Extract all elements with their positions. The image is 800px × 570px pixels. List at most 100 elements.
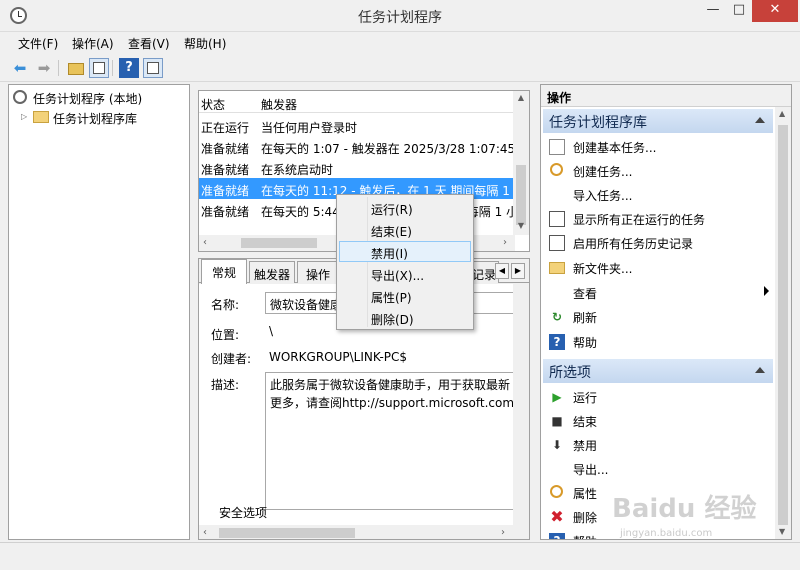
action-run[interactable]: ▶ 运行 (545, 385, 773, 407)
action-disable[interactable]: ⬇ 禁用 (545, 433, 773, 455)
row-status: 准备就绪 (201, 184, 250, 198)
submenu-arrow-icon (764, 286, 769, 296)
table-row[interactable]: 正在运行 当任何用户登录时 (199, 115, 515, 136)
action-display-running-tasks[interactable]: 显示所有正在运行的任务 (545, 207, 773, 229)
column-header-trigger[interactable]: 触发器 (261, 96, 297, 113)
column-header-status[interactable]: 状态 (201, 96, 225, 113)
actions-pane: 操作 任务计划程序库 创建基本任务... 创建任务... 导入任务... 显示所… (540, 84, 792, 540)
table-row[interactable]: 准备就绪 在每天的 1:07 - 触发器在 2025/3/28 1:07:45 … (199, 136, 515, 157)
tab-actions[interactable]: 操作 (297, 261, 339, 283)
minimize-button[interactable]: — (700, 0, 726, 22)
scroll-left-icon[interactable]: ‹ (203, 237, 207, 248)
console-tree: 任务计划程序 (本地) ▷ 任务计划程序库 (8, 84, 190, 540)
actions-section-library[interactable]: 任务计划程序库 (543, 109, 773, 133)
action-end[interactable]: ■ 结束 (545, 409, 773, 431)
show-hide-console-tree-icon[interactable] (89, 58, 109, 78)
action-create-task[interactable]: 创建任务... (545, 159, 773, 181)
tab-scroll-left-icon[interactable]: ◀ (495, 263, 509, 279)
action-label: 查看 (573, 287, 598, 301)
menu-action[interactable]: 操作(A) (72, 35, 114, 52)
context-menu-disable[interactable]: 禁用(I) (339, 241, 471, 262)
row-status: 准备就绪 (201, 163, 250, 177)
help-icon[interactable]: ? (119, 58, 139, 78)
context-menu-export[interactable]: 导出(X)... (339, 263, 471, 284)
description-line: 更多，请查阅http://support.microsoft.com (270, 396, 513, 410)
action-new-folder[interactable]: 新文件夹... (545, 256, 773, 278)
scroll-thumb[interactable] (241, 238, 317, 248)
scroll-left-icon[interactable]: ‹ (203, 527, 207, 538)
baidu-jingyan-watermark: Baidu 经验 (612, 494, 757, 524)
action-label: 帮助 (573, 336, 598, 350)
window-title: 任务计划程序 (358, 10, 442, 26)
collapse-caret-icon[interactable] (755, 117, 765, 123)
context-menu-properties[interactable]: 属性(P) (339, 285, 471, 306)
clock-icon (13, 90, 27, 104)
actions-section-library-label: 任务计划程序库 (549, 115, 647, 131)
forward-arrow-icon[interactable]: ➡ (34, 58, 54, 78)
tab-general[interactable]: 常规 (201, 259, 247, 284)
tab-scroll-right-icon[interactable]: ▶ (511, 263, 525, 279)
tab-triggers[interactable]: 触发器 (249, 261, 295, 283)
create-task-icon (550, 163, 563, 176)
scroll-down-icon[interactable]: ▼ (779, 527, 785, 536)
action-label: 删除 (573, 511, 598, 525)
scroll-up-icon[interactable]: ▲ (513, 93, 529, 102)
history-icon (549, 235, 565, 251)
action-label: 启用所有任务历史记录 (573, 237, 694, 251)
detail-horizontal-scrollbar[interactable]: ‹ › (199, 525, 513, 539)
stop-icon: ■ (551, 414, 563, 428)
name-label: 名称: (211, 298, 240, 312)
scroll-down-icon[interactable]: ▼ (513, 221, 529, 230)
action-label: 显示所有正在运行的任务 (573, 213, 706, 227)
actions-vertical-scrollbar[interactable]: ▲ ▼ (775, 107, 791, 539)
context-menu-delete[interactable]: 删除(D) (339, 307, 471, 328)
scroll-right-icon[interactable]: › (503, 237, 507, 248)
context-menu-end[interactable]: 结束(E) (339, 219, 471, 240)
collapse-caret-icon[interactable] (755, 367, 765, 373)
action-enable-history[interactable]: 启用所有任务历史记录 (545, 231, 773, 253)
tree-item-root[interactable]: 任务计划程序 (本地) (9, 87, 189, 107)
actions-pane-header: 操作 (541, 85, 791, 107)
location-value: \ (269, 324, 274, 338)
row-trigger: 在系统启动时 (261, 163, 334, 177)
table-row[interactable]: 准备就绪 在系统启动时 (199, 157, 515, 178)
scroll-thumb[interactable] (516, 165, 526, 225)
scroll-thumb[interactable] (778, 125, 788, 525)
task-list-vertical-scrollbar[interactable]: ▲ ▼ (513, 91, 529, 235)
action-refresh[interactable]: ↻ 刷新 (545, 305, 773, 327)
disable-icon: ⬇ (551, 438, 563, 452)
back-arrow-icon[interactable]: ⬅ (10, 58, 30, 78)
actions-section-selected-item[interactable]: 所选项 (543, 359, 773, 383)
row-trigger: 当任何用户登录时 (261, 121, 358, 135)
description-field[interactable]: 此服务属于微软设备健康助手，用于获取最新 更多，请查阅http://suppor… (265, 372, 513, 510)
description-label: 描述: (211, 378, 240, 392)
scroll-up-icon[interactable]: ▲ (779, 109, 785, 118)
scroll-right-icon[interactable]: › (501, 527, 505, 538)
help-icon: ? (549, 334, 565, 350)
tree-item-root-label: 任务计划程序 (本地) (33, 92, 143, 106)
menu-bar: 文件(F) 操作(A) 查看(V) 帮助(H) (0, 32, 800, 54)
folder-clock-icon (33, 111, 49, 123)
maximize-button[interactable]: □ (726, 0, 752, 22)
menu-view[interactable]: 查看(V) (128, 35, 170, 52)
action-export[interactable]: 导出... (545, 457, 773, 479)
expand-arrow-icon[interactable]: ▷ (21, 112, 27, 121)
tree-item-library[interactable]: ▷ 任务计划程序库 (9, 107, 189, 127)
context-menu-run[interactable]: 运行(R) (339, 197, 471, 218)
author-value: WORKGROUP\LINK-PC$ (269, 350, 408, 364)
menu-help[interactable]: 帮助(H) (184, 35, 226, 52)
menu-file[interactable]: 文件(F) (18, 35, 58, 52)
create-basic-task-icon (549, 139, 565, 155)
properties-icon (550, 485, 563, 498)
show-hide-action-pane-icon[interactable] (143, 58, 163, 78)
new-folder-icon (549, 262, 565, 274)
task-context-menu: 运行(R) 结束(E) 禁用(I) 导出(X)... 属性(P) 删除(D) (336, 194, 474, 330)
action-view[interactable]: 查看 (545, 281, 773, 303)
scroll-thumb[interactable] (219, 528, 355, 538)
up-folder-icon[interactable] (66, 58, 86, 78)
actions-section-selected-label: 所选项 (549, 365, 591, 381)
action-help[interactable]: ? 帮助 (545, 330, 773, 352)
close-button[interactable]: ✕ (752, 0, 798, 22)
action-create-basic-task[interactable]: 创建基本任务... (545, 135, 773, 157)
action-import-task[interactable]: 导入任务... (545, 183, 773, 205)
